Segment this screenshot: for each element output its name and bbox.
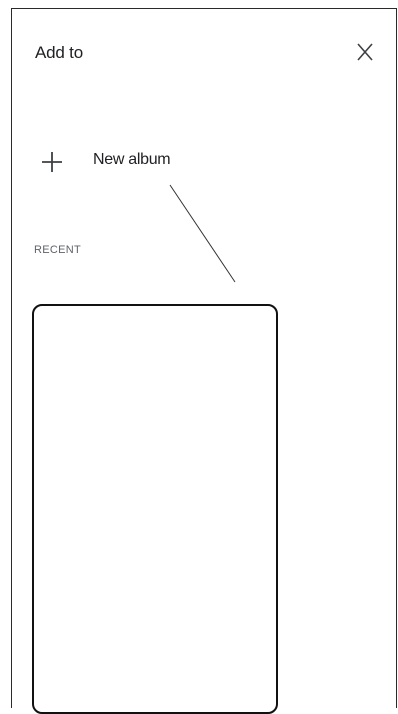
new-album-label: New album bbox=[93, 151, 171, 168]
close-button[interactable] bbox=[352, 39, 378, 65]
new-album-button[interactable]: New album bbox=[30, 142, 330, 182]
plus-icon bbox=[42, 152, 62, 172]
close-icon bbox=[357, 43, 373, 61]
dialog-header: Add to bbox=[12, 9, 396, 109]
recent-section-label: RECENT bbox=[34, 244, 82, 256]
add-to-dialog: Add to New album RECENT bbox=[11, 8, 397, 714]
dialog-title: Add to bbox=[35, 43, 83, 62]
recent-album-card[interactable] bbox=[32, 304, 278, 714]
